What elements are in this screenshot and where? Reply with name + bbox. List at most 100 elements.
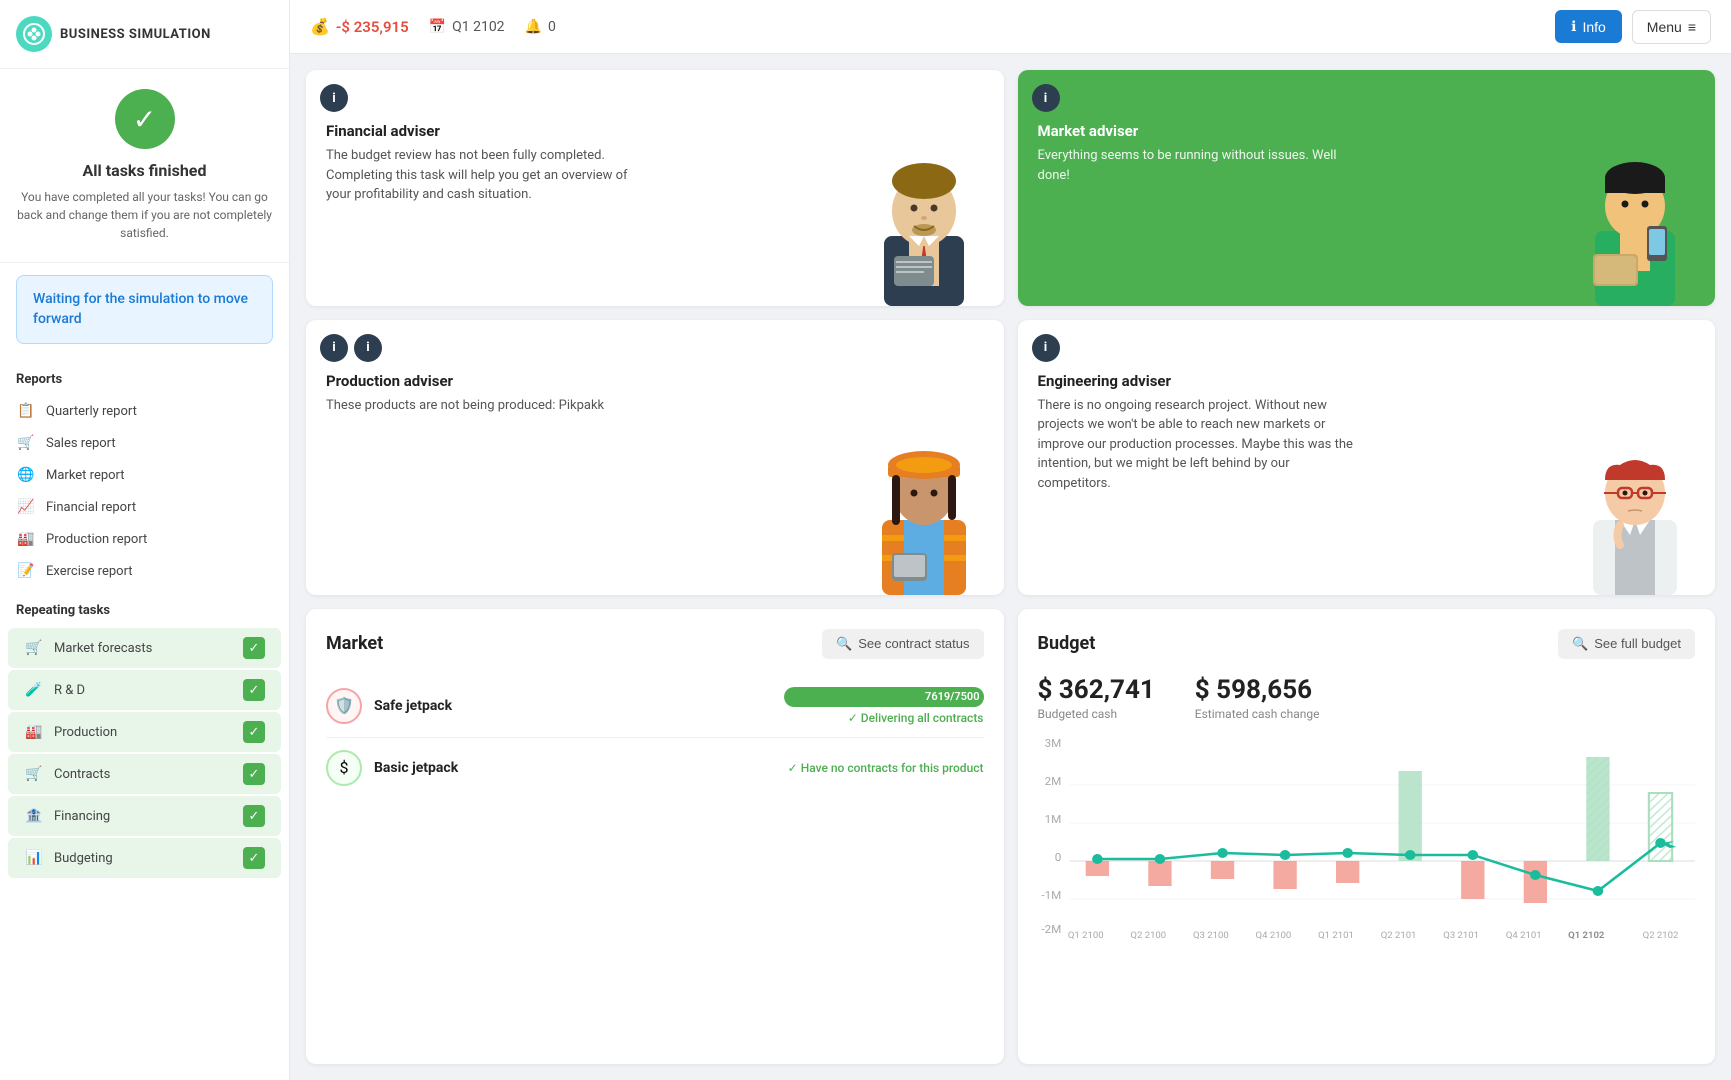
- task-label: Production: [54, 725, 117, 740]
- engineering-info-icon: i: [1032, 334, 1060, 362]
- safe-jetpack-icon: 🛡️: [326, 688, 362, 724]
- financial-avatar-img: [854, 116, 994, 306]
- task-check-icon: ✓: [243, 847, 265, 869]
- engineering-adviser-avatar: [1555, 320, 1715, 595]
- task-icon: 🏭: [24, 724, 44, 740]
- content-area: i Financial adviser The budget review ha…: [290, 54, 1731, 1080]
- quarter-text: Q1 2102: [452, 19, 504, 35]
- task-list-item[interactable]: 🧪R & D ✓: [8, 670, 281, 710]
- engineering-adviser-text: There is no ongoing research project. Wi…: [1038, 396, 1358, 494]
- tasks-list: 🛒Market forecasts✓🧪R & D✓🏭Production✓🛒Co…: [0, 626, 289, 880]
- menu-button[interactable]: Menu ≡: [1632, 10, 1711, 44]
- safe-jetpack-progress-fill: 7619/7500: [784, 687, 984, 707]
- report-icon: 📝: [16, 563, 36, 579]
- search-icon: 🔍: [836, 636, 852, 652]
- task-left: 🧪R & D: [24, 682, 85, 698]
- reports-list-item[interactable]: 🏭 Production report: [0, 523, 289, 555]
- task-list-item[interactable]: 🛒Market forecasts✓: [8, 628, 281, 668]
- production-avatar-img: [854, 405, 994, 595]
- engineering-avatar-img: [1565, 405, 1705, 595]
- safe-jetpack-name: Safe jetpack: [374, 698, 452, 714]
- info-label: Info: [1582, 19, 1605, 35]
- quarter-badge: 📅 Q1 2102: [429, 19, 505, 35]
- market-adviser-card: i Market adviser Everything seems to be …: [1018, 70, 1716, 306]
- market-adviser-avatar: [1555, 70, 1715, 306]
- reports-list-item[interactable]: 🌐Market report: [0, 459, 289, 491]
- reports-list-item[interactable]: 📝 Exercise report: [0, 555, 289, 587]
- task-label: Financing: [54, 809, 110, 824]
- notif-count: 0: [548, 19, 556, 35]
- budget-badge: 💰 -$ 235,915: [310, 17, 409, 36]
- svg-text:Q3 2100: Q3 2100: [1192, 930, 1228, 941]
- task-left: 🛒 Market forecasts: [24, 640, 152, 656]
- production-adviser-avatar: [844, 320, 1004, 595]
- main-area: 💰 -$ 235,915 📅 Q1 2102 🔔 0 ℹ Info Menu ≡: [290, 0, 1731, 1080]
- budget-header: Budget 🔍 See full budget: [1038, 629, 1696, 659]
- product-left-safe: 🛡️ Safe jetpack: [326, 688, 452, 724]
- notification-badge: 🔔 0: [525, 19, 556, 35]
- see-contract-label: See contract status: [858, 636, 969, 651]
- delivering-text: ✓ Delivering all contracts: [784, 711, 984, 725]
- topbar-left: 💰 -$ 235,915 📅 Q1 2102 🔔 0: [310, 17, 556, 36]
- progress-label: 7619/7500: [925, 690, 979, 703]
- market-header: Market 🔍 See contract status: [326, 629, 984, 659]
- report-label: Production report: [46, 532, 147, 547]
- product-left-basic: $ Basic jetpack: [326, 750, 458, 786]
- calendar-icon: 📅: [429, 19, 446, 35]
- products-list: 🛡️ Safe jetpack 7619/7500 ✓ Delivering a…: [326, 675, 984, 798]
- report-icon: 🏭: [16, 531, 36, 547]
- production-adviser-text: These products are not being produced: P…: [326, 396, 646, 416]
- svg-text:1M: 1M: [1044, 812, 1061, 826]
- svg-text:Q4 2101: Q4 2101: [1505, 930, 1541, 941]
- see-full-budget-button[interactable]: 🔍 See full budget: [1558, 629, 1695, 659]
- reports-label: Reports: [0, 356, 289, 395]
- see-full-budget-label: See full budget: [1594, 636, 1681, 651]
- reports-list: 📋Quarterly report🛒Sales report🌐Market re…: [0, 395, 289, 587]
- svg-text:3M: 3M: [1044, 736, 1061, 750]
- safe-jetpack-progress-bar: 7619/7500: [784, 687, 984, 707]
- market-avatar-img: [1565, 116, 1705, 306]
- production-info-icon2: i: [354, 334, 382, 362]
- see-contract-status-button[interactable]: 🔍 See contract status: [822, 629, 983, 659]
- task-label: Market forecasts: [54, 641, 152, 656]
- reports-list-item[interactable]: 📋Quarterly report: [0, 395, 289, 427]
- estimated-change-amount: $ 598,656: [1195, 675, 1320, 705]
- task-label: Budgeting: [54, 851, 113, 866]
- product-right-basic: ✓ Have no contracts for this product: [788, 761, 984, 775]
- svg-text:Q2 2100: Q2 2100: [1130, 930, 1166, 941]
- report-label: Exercise report: [46, 564, 133, 579]
- task-list-item[interactable]: 🛒Contracts✓: [8, 754, 281, 794]
- task-list-item[interactable]: 📊 Budgeting ✓: [8, 838, 281, 878]
- svg-text:-2M: -2M: [1041, 922, 1061, 936]
- budget-chart-svg: 3M 2M 1M 0 -1M -2M: [1038, 733, 1696, 943]
- task-left: 🛒Contracts: [24, 766, 110, 782]
- info-button[interactable]: ℹ Info: [1555, 10, 1622, 43]
- all-tasks-desc: You have completed all your tasks! You c…: [16, 188, 273, 242]
- financial-adviser-text: The budget review has not been fully com…: [326, 146, 646, 205]
- basic-jetpack-name: Basic jetpack: [374, 760, 458, 776]
- report-label: Financial report: [46, 500, 136, 515]
- svg-text:-1M: -1M: [1041, 888, 1061, 902]
- all-tasks-title: All tasks finished: [16, 161, 273, 180]
- info-icon: ℹ: [1571, 18, 1576, 35]
- task-list-item[interactable]: 🏭Production✓: [8, 712, 281, 752]
- reports-list-item[interactable]: 📈 Financial report: [0, 491, 289, 523]
- task-icon: 📊: [24, 850, 44, 866]
- report-label: Sales report: [46, 436, 116, 451]
- task-label: Contracts: [54, 767, 110, 782]
- task-list-item[interactable]: 🏦Financing✓: [8, 796, 281, 836]
- svg-text:Q1 2100: Q1 2100: [1067, 930, 1103, 941]
- check-circle-icon: ✓: [115, 89, 175, 149]
- production-info-icon1: i: [320, 334, 348, 362]
- market-section-card: Market 🔍 See contract status 🛡️ Safe jet…: [306, 609, 1004, 1064]
- market-title: Market: [326, 633, 383, 654]
- reports-list-item[interactable]: 🛒Sales report: [0, 427, 289, 459]
- budget-title: Budget: [1038, 633, 1096, 654]
- status-section: ✓ All tasks finished You have completed …: [0, 69, 289, 263]
- task-check-icon: ✓: [243, 679, 265, 701]
- repeating-tasks-label: Repeating tasks: [0, 587, 289, 626]
- task-icon: 🛒: [24, 640, 44, 656]
- report-icon: 📈: [16, 499, 36, 515]
- report-label: Quarterly report: [46, 404, 137, 419]
- no-contracts-text: ✓ Have no contracts for this product: [788, 761, 984, 775]
